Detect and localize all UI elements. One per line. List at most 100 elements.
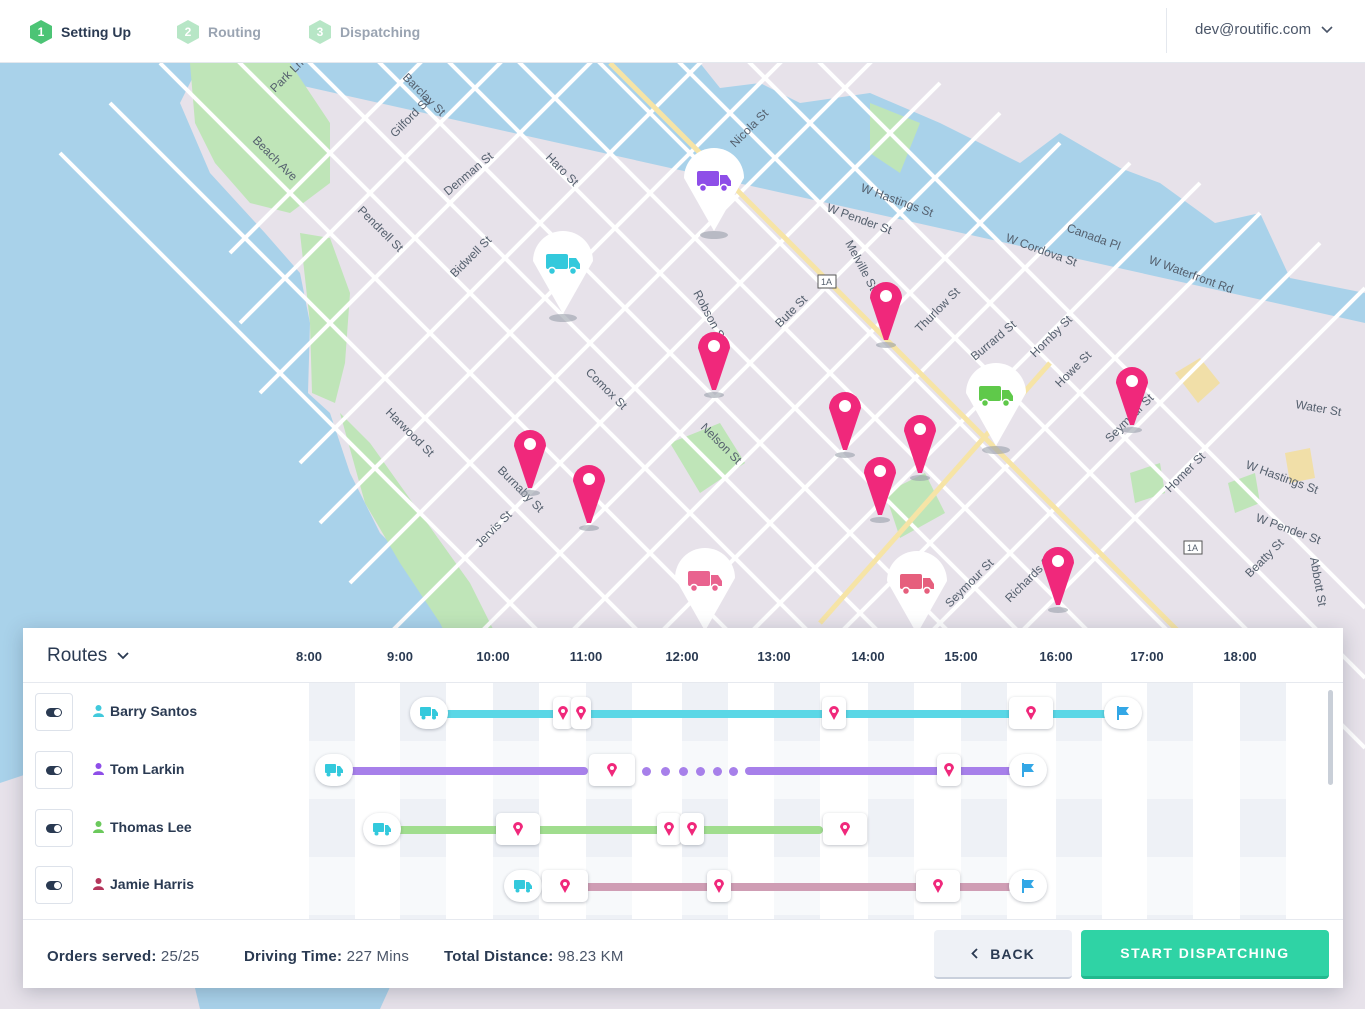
hour-label: 12:00 [665,649,699,664]
map-pin-icon [933,879,943,893]
toggle-icon [46,823,62,833]
chevron-left-icon [971,948,978,959]
map-pin-icon [829,706,839,720]
driver-name-cell: Barry Santos [93,703,197,719]
step-number-badge: 1 [30,20,52,44]
step-number-badge: 3 [309,20,331,44]
stop-chip[interactable] [707,870,731,902]
routes-panel: Routes 8:00 9:00 10:00 11:00 12:00 13:00… [23,628,1343,988]
step-setting-up[interactable]: 1 Setting Up [30,20,131,44]
user-menu[interactable]: dev@routific.com [1195,21,1333,38]
truck-icon [420,706,438,719]
stop-chip[interactable] [657,813,681,845]
hour-label: 11:00 [569,649,603,664]
depot-end-chip[interactable] [1104,697,1142,729]
route-visibility-toggle[interactable] [35,809,73,847]
driving-time-value: 227 Mins [346,948,410,965]
hour-label: 17:00 [1130,649,1164,664]
map-pin-icon [558,706,568,720]
step-dispatching[interactable]: 3 Dispatching [309,20,420,44]
person-icon [93,705,104,717]
driver-name-cell: Thomas Lee [93,819,192,835]
person-icon [93,763,104,775]
person-icon [93,821,104,833]
route-gap-dot [729,767,738,776]
stop-chip[interactable] [496,813,540,845]
back-button-label: BACK [990,945,1035,962]
step-label: Setting Up [61,24,131,40]
route-row: Tom Larkin [23,741,1343,799]
step-label: Dispatching [340,24,421,40]
map-pin-icon [607,763,617,777]
stop-chip[interactable] [571,697,591,729]
stop-chip[interactable] [542,870,588,902]
depot-end-chip[interactable] [1009,870,1047,902]
depot-start-chip[interactable] [504,870,542,902]
truck-icon [514,879,532,892]
step-number-badge: 2 [177,20,199,44]
hour-label: 15:00 [944,649,978,664]
panel-footer: Orders served: 25/25 Driving Time: 227 M… [23,919,1343,988]
driving-time-stat: Driving Time: 227 Mins [244,948,409,965]
highway-shield: 1A [817,274,837,289]
stop-chip[interactable] [916,870,960,902]
chevron-down-icon [117,652,129,660]
timeline-scrollbar[interactable] [1328,690,1333,785]
route-row: Jamie Harris [23,857,1343,915]
user-email: dev@routific.com [1195,21,1312,38]
stop-chip[interactable] [937,754,961,786]
stop-chip[interactable] [1009,697,1053,729]
orders-served-stat: Orders served: 25/25 [47,948,199,965]
start-dispatching-label: START DISPATCHING [1120,945,1290,961]
top-bar: 1 Setting Up 2 Routing 3 Dispatching dev… [0,0,1365,63]
stop-chip[interactable] [553,697,573,729]
stop-chip[interactable] [823,813,867,845]
route-row: Thomas Lee [23,799,1343,857]
map-pin-icon [840,822,850,836]
highway-shield-label: 1A [821,277,832,287]
driver-name: Thomas Lee [110,819,192,835]
orders-served-label: Orders served: [47,948,157,965]
orders-served-value: 25/25 [160,948,200,965]
depot-start-chip[interactable] [315,754,353,786]
routes-title: Routes [47,645,108,666]
route-bar [745,767,1015,775]
driver-name-cell: Jamie Harris [93,876,194,892]
toggle-icon [46,707,62,717]
map-pin-icon [576,706,586,720]
depot-start-chip[interactable] [410,697,448,729]
start-dispatching-button[interactable]: START DISPATCHING [1081,930,1329,979]
depot-start-chip[interactable] [363,813,401,845]
step-label: Routing [208,24,261,40]
timeline-grid: Barry Santos Tom Larkin Thomas Lee Jamie… [23,683,1343,919]
truck-icon [325,763,343,776]
depot-end-chip[interactable] [1009,754,1047,786]
route-bar [393,826,823,834]
stop-chip[interactable] [822,697,846,729]
hour-label: 14:00 [851,649,885,664]
route-visibility-toggle[interactable] [35,866,73,904]
routes-dropdown[interactable]: Routes [47,645,129,667]
driver-name: Barry Santos [110,703,198,719]
highway-shield-label: 1A [1187,543,1198,553]
stop-chip[interactable] [589,754,635,786]
toggle-icon [46,765,62,775]
step-routing[interactable]: 2 Routing [177,20,261,44]
flag-icon [1022,879,1034,893]
driver-name: Tom Larkin [110,761,185,777]
hour-label: 10:00 [476,649,510,664]
back-button[interactable]: BACK [934,930,1072,979]
person-icon [93,878,104,890]
map-pin-icon [944,763,954,777]
header-divider [1166,8,1167,53]
stop-chip[interactable] [680,813,704,845]
map-pin-icon [687,822,697,836]
map-pin-icon [664,822,674,836]
route-visibility-toggle[interactable] [35,693,73,731]
route-visibility-toggle[interactable] [35,751,73,789]
total-distance-stat: Total Distance: 98.23 KM [444,948,624,965]
timeline-header: Routes 8:00 9:00 10:00 11:00 12:00 13:00… [23,628,1343,683]
driving-time-label: Driving Time: [244,948,343,965]
hour-label: 13:00 [757,649,791,664]
map-pin-icon [513,822,523,836]
